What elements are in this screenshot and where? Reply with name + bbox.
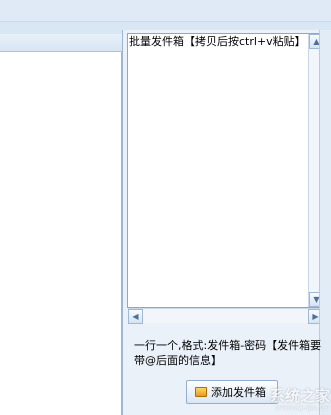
left-list-panel[interactable] xyxy=(0,52,122,415)
format-hint-text: 一行一个,格式:发件箱-密码【发件箱要带@后面的信息】 xyxy=(134,339,322,367)
watermark-sub-text: XITONGZHIJIA.NET xyxy=(274,405,330,412)
top-toolbar-band xyxy=(0,0,331,22)
textarea-horizontal-scrollbar[interactable]: ◀ ▶ xyxy=(128,308,323,324)
batch-mailbox-label: 批量发件箱【拷贝后按ctrl+v粘贴】 xyxy=(129,35,306,48)
batch-mailbox-textarea[interactable] xyxy=(127,33,324,308)
site-watermark: 系统之家 XITONGZHIJIA.NET xyxy=(240,387,330,413)
left-panel-header xyxy=(0,34,122,52)
add-mailbox-icon xyxy=(195,387,207,397)
scroll-left-icon[interactable]: ◀ xyxy=(128,309,143,324)
watermark-main-text: 系统之家 xyxy=(269,387,330,405)
